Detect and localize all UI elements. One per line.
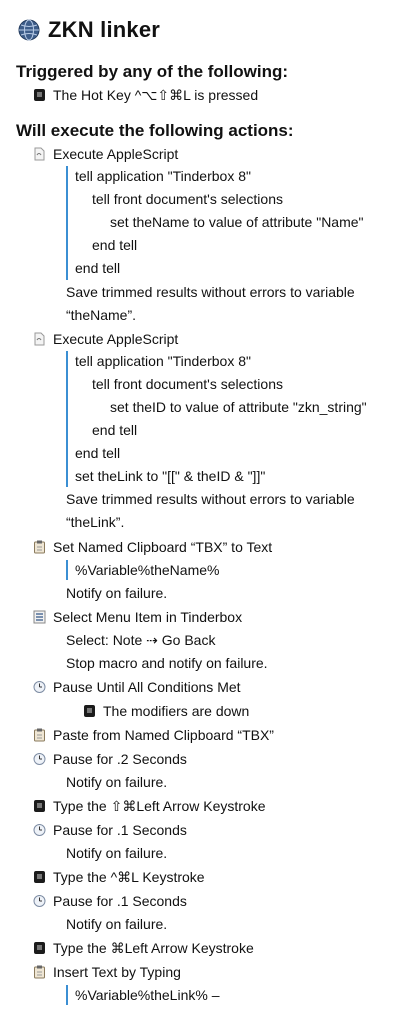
applescript-icon: [34, 147, 45, 161]
action-pause-4[interactable]: Pause for .1 Seconds: [33, 891, 187, 911]
script-line: tell front document's selections: [92, 376, 283, 392]
clipboard-icon: [34, 965, 45, 979]
action-type-keystroke-3[interactable]: Type the ⌘Left Arrow Keystroke: [33, 938, 254, 958]
keyboard-icon: [34, 871, 45, 883]
action-title: Pause for .2 Seconds: [53, 751, 187, 767]
action-paste-named-clipboard[interactable]: Paste from Named Clipboard “TBX”: [33, 725, 274, 745]
actions-heading: Will execute the following actions:: [16, 121, 294, 140]
keyboard-icon: [34, 800, 45, 812]
action-title: Pause for .1 Seconds: [53, 893, 187, 909]
action-pause-2[interactable]: Pause for .2 Seconds: [33, 749, 187, 769]
pause-clock-icon: [33, 753, 46, 765]
condition-modifiers[interactable]: The modifiers are down: [83, 701, 249, 721]
action-insert-text[interactable]: Insert Text by Typing: [33, 962, 181, 982]
macro-header: ZKN linker: [18, 14, 160, 46]
failure-option: Notify on failure.: [66, 916, 168, 932]
trigger-hotkey[interactable]: The Hot Key ^⌥⇧⌘L is pressed: [33, 85, 258, 105]
menu-selection: Select: Note ⇢ Go Back: [66, 632, 216, 648]
keyboard-icon: [34, 942, 45, 954]
trigger-label: The Hot Key ^⌥⇧⌘L is pressed: [53, 86, 259, 103]
script-line: end tell: [75, 445, 121, 461]
text-bar: [66, 985, 68, 1005]
failure-option: Stop macro and notify on failure.: [66, 655, 268, 671]
pause-clock-icon: [33, 681, 46, 693]
action-title: Type the ⌘Left Arrow Keystroke: [53, 939, 254, 956]
action-title: Paste from Named Clipboard “TBX”: [53, 727, 274, 743]
action-title: Execute AppleScript: [53, 146, 179, 162]
action-pause-until[interactable]: Pause Until All Conditions Met: [33, 677, 241, 697]
failure-option: Notify on failure.: [66, 585, 168, 601]
save-variable-name: “theName”.: [66, 307, 137, 323]
insert-text-value: %Variable%theLink% –: [75, 987, 220, 1003]
action-title: Insert Text by Typing: [53, 964, 181, 980]
action-pause-3[interactable]: Pause for .1 Seconds: [33, 820, 187, 840]
script-line: tell application "Tinderbox 8": [75, 353, 251, 369]
action-title: Execute AppleScript: [53, 331, 179, 347]
save-result-text: Save trimmed results without errors to v…: [66, 491, 355, 507]
script-bar: [66, 351, 68, 487]
script-line: set theName to value of attribute "Name": [110, 214, 364, 230]
action-type-keystroke-2[interactable]: Type the ^⌘L Keystroke: [33, 867, 205, 887]
script-line: tell front document's selections: [92, 191, 283, 207]
script-line: tell application "Tinderbox 8": [75, 168, 251, 184]
save-result-text: Save trimmed results without errors to v…: [66, 284, 355, 300]
failure-option: Notify on failure.: [66, 774, 168, 790]
clipboard-icon: [34, 728, 45, 742]
pause-clock-icon: [33, 895, 46, 907]
keyboard-icon: [84, 705, 95, 717]
save-variable-name: “theLink”.: [66, 514, 125, 530]
action-execute-applescript-1[interactable]: Execute AppleScript: [33, 144, 178, 164]
globe-icon: [18, 19, 40, 41]
action-title: Select Menu Item in Tinderbox: [53, 609, 243, 625]
clipboard-icon: [34, 540, 45, 554]
action-title: Type the ⇧⌘Left Arrow Keystroke: [53, 797, 266, 814]
applescript-icon: [34, 332, 45, 346]
menu-icon: [33, 610, 46, 624]
script-line: set theLink to "[[" & theID & "]]": [75, 468, 266, 484]
action-title: Pause for .1 Seconds: [53, 822, 187, 838]
action-title: Pause Until All Conditions Met: [53, 679, 241, 695]
clipboard-text-value: %Variable%theName%: [75, 562, 220, 578]
script-line: end tell: [75, 260, 121, 276]
macro-title: ZKN linker: [48, 17, 161, 42]
action-set-named-clipboard[interactable]: Set Named Clipboard “TBX” to Text: [33, 537, 272, 557]
condition-label: The modifiers are down: [103, 703, 250, 719]
text-bar: [66, 560, 68, 580]
keyboard-icon: [34, 89, 45, 101]
action-type-keystroke-1[interactable]: Type the ⇧⌘Left Arrow Keystroke: [33, 796, 266, 816]
pause-clock-icon: [33, 824, 46, 836]
script-bar: [66, 166, 68, 280]
action-title: Type the ^⌘L Keystroke: [53, 868, 205, 885]
script-line: set theID to value of attribute "zkn_str…: [110, 399, 367, 415]
failure-option: Notify on failure.: [66, 845, 168, 861]
triggers-heading: Triggered by any of the following:: [16, 62, 289, 81]
action-title: Set Named Clipboard “TBX” to Text: [53, 539, 273, 555]
action-execute-applescript-2[interactable]: Execute AppleScript: [33, 329, 178, 349]
script-line: end tell: [92, 422, 138, 438]
script-line: end tell: [92, 237, 138, 253]
action-select-menu-item[interactable]: Select Menu Item in Tinderbox: [33, 607, 242, 627]
